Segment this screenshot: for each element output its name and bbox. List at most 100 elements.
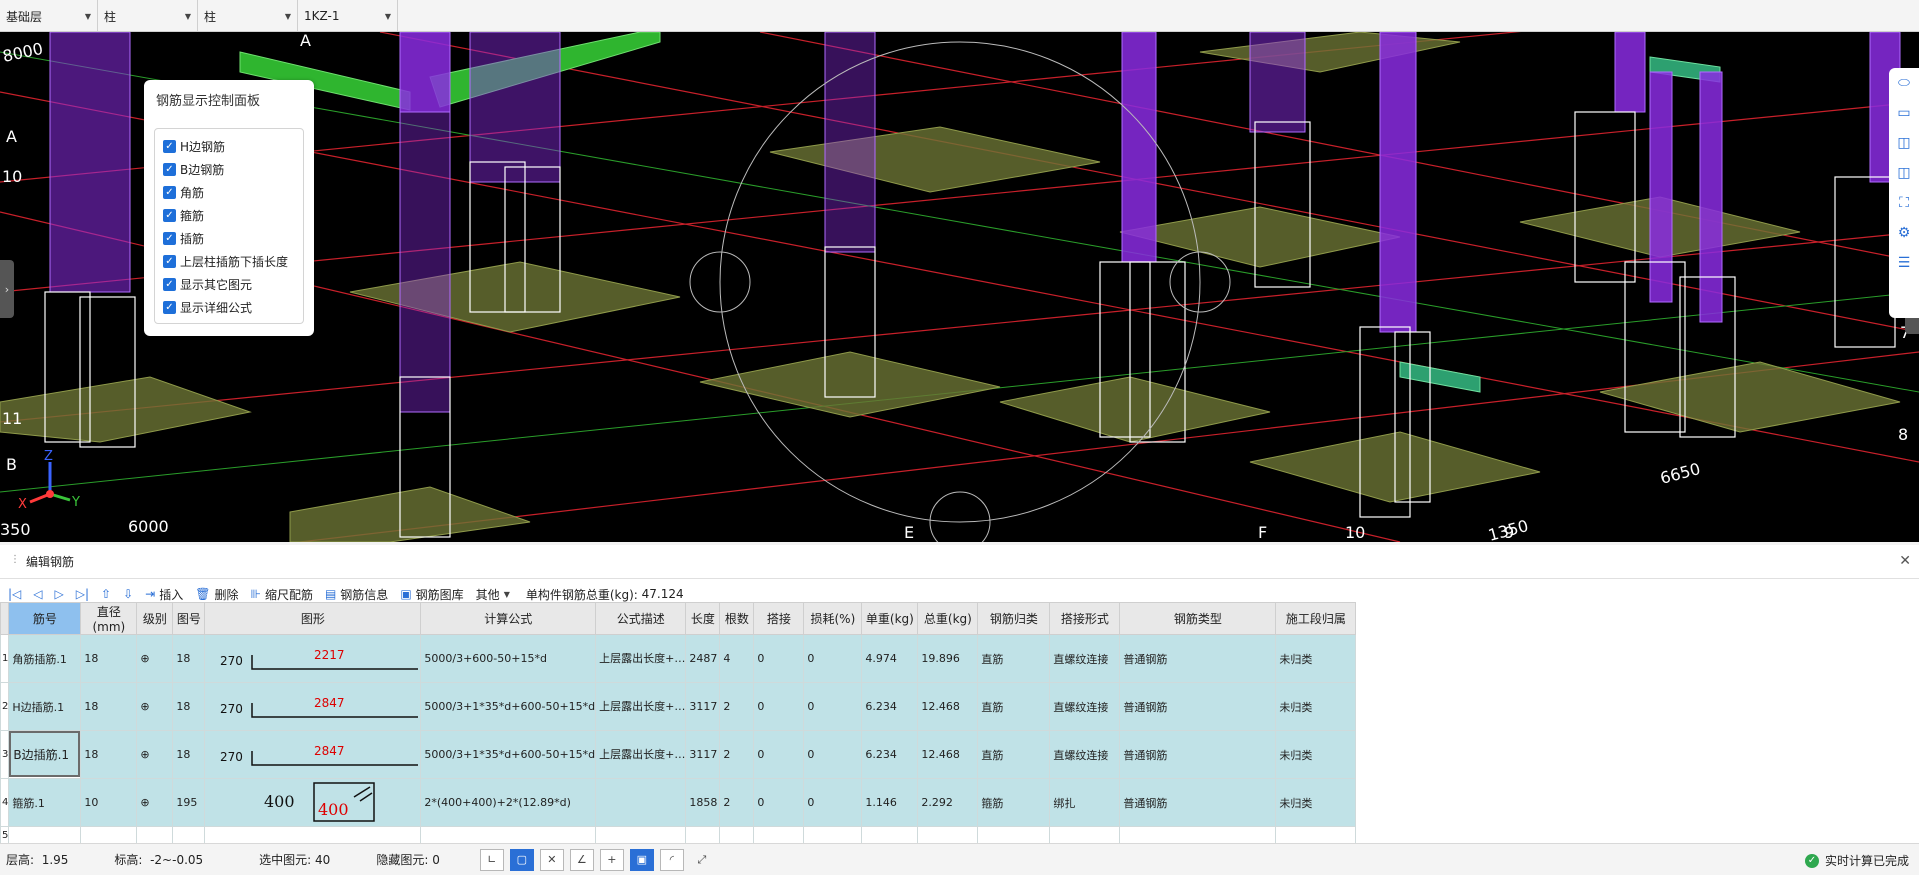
cell-count[interactable]: 2 (719, 682, 755, 731)
column-header[interactable]: 图形 (204, 602, 422, 635)
fullscreen-icon[interactable]: ⛶ (1889, 188, 1919, 218)
component-subtype-selector[interactable]: 柱 ▼ (198, 0, 298, 32)
empty-cell[interactable] (80, 826, 138, 845)
left-expand-tab[interactable]: › (0, 260, 14, 318)
checkbox-checked-icon[interactable]: ✓ (163, 255, 176, 268)
checkbox-checked-icon[interactable]: ✓ (163, 301, 176, 314)
cell-diameter[interactable]: 18 (80, 634, 138, 683)
table-row[interactable]: 2 H边插筋.1 18 ⊕ 18 270 2847 5000/3+1*35*d+… (0, 682, 1357, 731)
rebar-library-button[interactable]: ▣ 钢筋图库 (400, 586, 463, 603)
cell-unit-weight[interactable]: 6.234 (861, 682, 919, 731)
column-header[interactable]: 筋号 (8, 602, 82, 635)
empty-cell[interactable] (753, 826, 805, 845)
cell-total-weight[interactable]: 2.292 (917, 778, 979, 827)
cell-name[interactable]: B边插筋.1 (9, 731, 81, 777)
cell-lap[interactable]: 0 (753, 730, 805, 779)
column-header[interactable]: 损耗(%) (803, 602, 863, 635)
cell-total-weight[interactable]: 12.468 (917, 730, 979, 779)
empty-cell[interactable] (8, 826, 82, 845)
cell-fig-no[interactable]: 18 (172, 730, 206, 779)
empty-cell[interactable] (803, 826, 863, 845)
cell-loss[interactable]: 0 (803, 682, 863, 731)
ortho-icon[interactable]: ∟ (479, 848, 504, 871)
last-row-button[interactable]: ▷| (76, 587, 89, 601)
cell-loss[interactable]: 0 (803, 634, 863, 683)
cell-formula[interactable]: 5000/3+1*35*d+600-50+15*d (420, 730, 597, 779)
cell-shape[interactable]: 270 2847 (204, 682, 422, 731)
cell-rebar-type[interactable]: 普通钢筋 (1119, 634, 1277, 683)
snap-icon[interactable]: + (599, 848, 624, 871)
prev-row-button[interactable]: ◁ (33, 587, 42, 601)
option-corner-rebar[interactable]: ✓ 角筋 (163, 181, 303, 204)
checkbox-checked-icon[interactable]: ✓ (163, 232, 176, 245)
cell-category[interactable]: 直筋 (977, 730, 1051, 779)
view-3d-icon[interactable]: ⬭ (1889, 68, 1919, 98)
table-row[interactable]: 3 B边插筋.1 18 ⊕ 18 270 2847 5000/3+1*35*d+… (0, 730, 1357, 779)
empty-cell[interactable] (917, 826, 979, 845)
option-stirrup[interactable]: ✓ 箍筋 (163, 204, 303, 227)
cell-shape[interactable]: 270 2217 (204, 634, 422, 683)
cell-section[interactable]: 未归类 (1275, 682, 1357, 731)
cell-section[interactable]: 未归类 (1275, 634, 1357, 683)
empty-cell[interactable] (685, 826, 721, 845)
3d-viewport[interactable]: 8000 A 10 11 6000 350 6650 1350 E F 10 9… (0, 32, 1919, 542)
cell-formula[interactable]: 5000/3+1*35*d+600-50+15*d (420, 682, 597, 731)
cube-view-icon[interactable]: ◫ (1889, 128, 1919, 158)
empty-cell[interactable] (595, 826, 687, 845)
cell-length[interactable]: 1858 (685, 778, 721, 827)
table-row[interactable]: 4 箍筋.1 10 ⊕ 195 400 400 2*(400+400)+2*(1… (0, 778, 1357, 827)
view-2d-icon[interactable]: ▭ (1889, 98, 1919, 128)
next-row-button[interactable]: ▷ (55, 587, 64, 601)
cell-unit-weight[interactable]: 1.146 (861, 778, 919, 827)
delete-button[interactable]: 🗑 删除 (195, 586, 238, 603)
column-header[interactable]: 计算公式 (420, 602, 597, 635)
empty-cell[interactable] (172, 826, 206, 845)
checkbox-checked-icon[interactable]: ✓ (163, 186, 176, 199)
cell-lap[interactable]: 0 (753, 778, 805, 827)
checkbox-checked-icon[interactable]: ✓ (163, 278, 176, 291)
column-header[interactable]: 总重(kg) (917, 602, 979, 635)
cross-select-icon[interactable]: ✕ (539, 848, 564, 871)
cell-unit-weight[interactable]: 4.974 (861, 634, 919, 683)
cell-length[interactable]: 3117 (685, 730, 721, 779)
cell-length[interactable]: 2487 (685, 634, 721, 683)
dynamic-input-icon[interactable]: ▣ (629, 848, 654, 871)
empty-cell[interactable] (1119, 826, 1277, 845)
scale-rebar-button[interactable]: ⊪ 缩尺配筋 (250, 586, 312, 603)
option-dowel[interactable]: ✓ 插筋 (163, 227, 303, 250)
insert-button[interactable]: ⇥ 插入 (145, 586, 183, 603)
cell-shape[interactable]: 270 2847 (204, 730, 422, 779)
cell-section[interactable]: 未归类 (1275, 730, 1357, 779)
checkbox-checked-icon[interactable]: ✓ (163, 140, 176, 153)
cell-diameter[interactable]: 18 (80, 730, 138, 779)
checkbox-checked-icon[interactable]: ✓ (163, 163, 176, 176)
close-icon[interactable]: ✕ (1899, 553, 1911, 569)
cell-lap-type[interactable]: 直螺纹连接 (1049, 682, 1121, 731)
checkbox-checked-icon[interactable]: ✓ (163, 209, 176, 222)
move-down-button[interactable]: ⇩ (123, 587, 133, 601)
component-type-selector[interactable]: 柱 ▼ (98, 0, 198, 32)
cell-count[interactable]: 4 (719, 634, 755, 683)
column-header[interactable]: 直径(mm) (80, 602, 138, 635)
cell-loss[interactable]: 0 (803, 730, 863, 779)
option-show-other[interactable]: ✓ 显示其它图元 (163, 273, 303, 296)
settings-icon[interactable]: ⚙ (1889, 218, 1919, 248)
column-header[interactable]: 施工段归属 (1275, 602, 1357, 635)
list-icon[interactable]: ☰ (1889, 248, 1919, 278)
cell-lap[interactable]: 0 (753, 682, 805, 731)
cell-name[interactable]: 箍筋.1 (8, 778, 82, 827)
option-h-rebar[interactable]: ✓ H边钢筋 (163, 135, 303, 158)
cell-category[interactable]: 直筋 (977, 634, 1051, 683)
empty-cell[interactable] (719, 826, 755, 845)
column-header[interactable]: 公式描述 (595, 602, 687, 635)
cell-diameter[interactable]: 10 (80, 778, 138, 827)
option-upper-dowel-length[interactable]: ✓ 上层柱插筋下插长度 (163, 250, 303, 273)
cell-section[interactable]: 未归类 (1275, 778, 1357, 827)
component-name-selector[interactable]: 1KZ-1 ▼ (298, 0, 398, 32)
cell-desc[interactable]: 上层露出长度+… (595, 682, 687, 731)
empty-cell[interactable] (136, 826, 174, 845)
cube-view-alt-icon[interactable]: ◫ (1889, 158, 1919, 188)
column-header[interactable]: 搭接形式 (1049, 602, 1121, 635)
drag-grip-icon[interactable]: ⋮ (10, 554, 20, 570)
cell-diameter[interactable]: 18 (80, 682, 138, 731)
